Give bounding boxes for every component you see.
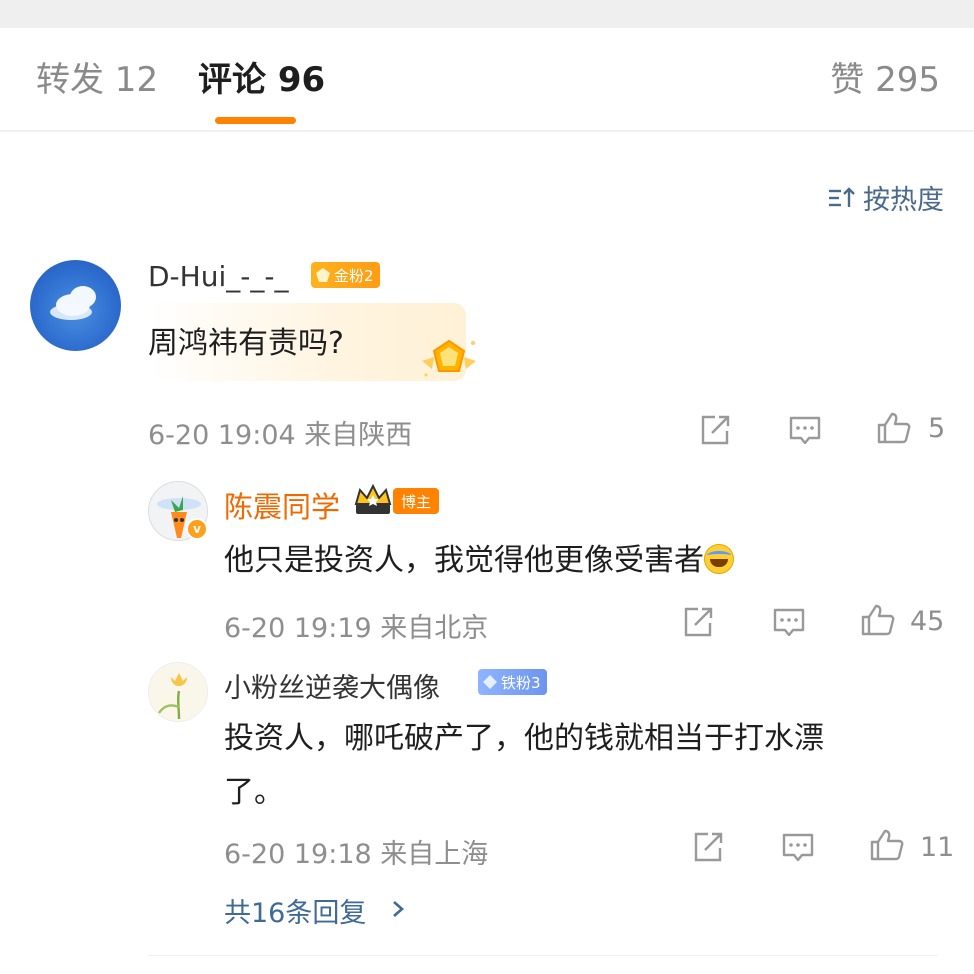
sort-button[interactable]: 按热度: [827, 178, 944, 217]
like-count: 11: [920, 832, 955, 863]
sort-icon: [829, 186, 855, 207]
laugh-cry-emoji: [704, 544, 734, 574]
avatar[interactable]: [30, 260, 121, 351]
crown-icon: [354, 483, 392, 514]
tab-comment[interactable]: 评论 96: [198, 60, 325, 100]
like-icon[interactable]: [876, 410, 912, 446]
diamond-icon: [483, 675, 497, 689]
tab-bar: 转发 12 评论 96 赞 295: [0, 28, 974, 132]
comment-icon[interactable]: [771, 604, 807, 640]
sort-label: 按热度: [863, 185, 944, 216]
like-count: 45: [910, 606, 945, 637]
blogger-badge: 博主: [393, 488, 440, 514]
username[interactable]: D-Hui_-_-_: [148, 260, 288, 293]
comment-text: 周鸿祎有责吗?: [148, 326, 344, 361]
comment-meta: 6-20 19:04 来自陕西: [148, 420, 413, 451]
tulip-avatar-image: [149, 663, 207, 721]
fan-badge-gold[interactable]: 金粉2: [311, 262, 380, 288]
share-icon[interactable]: [697, 412, 733, 448]
avatar[interactable]: [148, 662, 208, 722]
fan-badge-iron[interactable]: 铁粉3: [478, 669, 547, 695]
username[interactable]: 小粉丝逆袭大偶像: [224, 666, 440, 705]
active-tab-indicator: [215, 117, 296, 124]
comment-icon[interactable]: [780, 829, 816, 865]
chevron-right-icon[interactable]: [388, 897, 408, 921]
comment-icon[interactable]: [787, 412, 823, 448]
top-strip: [0, 0, 974, 28]
tab-repost[interactable]: 转发 12: [36, 60, 158, 100]
more-replies-link[interactable]: 共16条回复: [224, 891, 366, 930]
badge-label: 铁粉3: [501, 673, 541, 692]
gold-medal-icon: [422, 339, 476, 377]
gem-icon: [316, 268, 330, 282]
reply-text: 他只是投资人，我觉得他更像受害者: [224, 535, 734, 579]
badge-label: 金粉2: [334, 266, 374, 285]
verified-badge: v: [186, 518, 208, 540]
like-icon[interactable]: [860, 602, 896, 638]
reply-meta: 6-20 19:18 来自上海: [224, 839, 489, 870]
like-icon[interactable]: [869, 827, 905, 863]
like-count: 5: [928, 413, 946, 444]
tab-like[interactable]: 赞 295: [830, 60, 940, 100]
username[interactable]: 陈震同学: [224, 484, 340, 526]
reply-text-line1: 投资人，哪吒破产了，他的钱就相当于打水漂: [224, 721, 824, 756]
reply-text-line2: 了。: [224, 775, 284, 810]
reply-meta: 6-20 19:19 来自北京: [224, 613, 489, 644]
share-icon[interactable]: [680, 604, 716, 640]
divider: [148, 955, 938, 956]
share-icon[interactable]: [690, 829, 726, 865]
